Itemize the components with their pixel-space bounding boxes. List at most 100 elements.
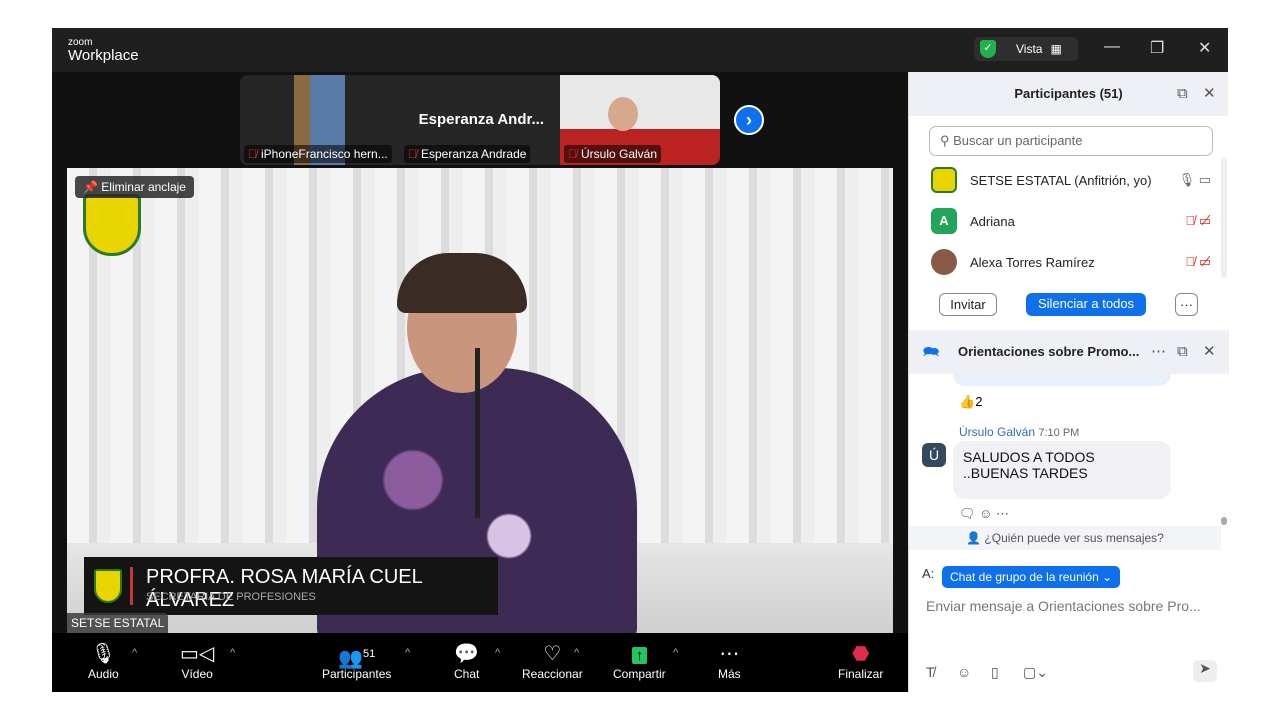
participants-header: Participantes (51)⧉✕	[909, 72, 1228, 116]
more-button[interactable]: ⋯Más	[718, 641, 741, 681]
audio-label: Audio	[88, 667, 119, 681]
file-icon[interactable]: ▯	[991, 664, 999, 681]
video-button[interactable]: ▭◁Vídeo	[180, 641, 214, 681]
participant-row[interactable]: SETSE ESTATAL (Anfitrión, yo)🎙 ▭	[931, 166, 1211, 194]
reaction-thumbs-up[interactable]: 👍2	[959, 394, 982, 410]
speaker-hair	[397, 253, 527, 313]
share-options-caret[interactable]: ^	[673, 647, 678, 659]
react-label: Reaccionar	[522, 667, 583, 681]
camera-icon: ▭◁	[180, 641, 214, 667]
participant-tile[interactable]: 🎙̸Úrsulo Galván	[560, 75, 720, 165]
participants-icon: 👥51	[322, 641, 391, 667]
recipient-label: A:	[922, 566, 934, 581]
participants-options-caret[interactable]: ^	[405, 647, 410, 659]
share-label: Compartir	[613, 667, 666, 681]
end-label: Finalizar	[838, 667, 883, 681]
view-label: Vista	[1016, 42, 1042, 56]
mic-muted-icon: 🎙̸	[248, 147, 257, 161]
chat-options-caret[interactable]: ^	[495, 647, 500, 659]
participant-tile[interactable]: 🎙̸ iPhoneFrancisco hern...	[240, 75, 400, 165]
share-icon: ↑	[613, 641, 666, 667]
mic-muted-icon: 🎙̸	[568, 147, 577, 161]
pin-icon: 📌	[83, 180, 101, 194]
invite-button[interactable]: Invitar	[939, 293, 997, 316]
more-icon: ⋯	[718, 641, 741, 667]
view-button[interactable]: ✓Vista▦	[974, 37, 1078, 61]
message-more-icon[interactable]: ⋯	[996, 506, 1009, 521]
message-sender[interactable]: Úrsulo Galván	[959, 425, 1035, 439]
avatar: A	[931, 208, 957, 234]
audio-button[interactable]: 🎙Audio	[88, 641, 119, 681]
video-label: Vídeo	[180, 667, 214, 681]
share-button[interactable]: ↑Compartir	[613, 641, 666, 681]
workplace-logo: Workplace	[68, 47, 139, 64]
chat-more-icon[interactable]: ⋯	[1151, 330, 1166, 374]
restore-button[interactable]: ❐	[1150, 38, 1164, 58]
thumbnail-strip: 🎙̸ iPhoneFrancisco hern... Esperanza Andr…	[240, 75, 720, 165]
participants-label: Participantes	[322, 667, 391, 681]
reply-icon[interactable]: 🗨	[959, 506, 979, 521]
send-icon[interactable]: ➤	[1193, 660, 1217, 682]
close-chat-icon[interactable]: ✕	[1203, 330, 1216, 374]
format-text-icon[interactable]: T̸	[926, 664, 935, 680]
grid-icon: ▦	[1050, 42, 1061, 56]
popout-icon[interactable]: ⧉	[1177, 72, 1188, 116]
react-options-caret[interactable]: ^	[574, 647, 579, 659]
desk-microphone	[475, 348, 480, 518]
divider	[130, 567, 133, 605]
minimize-button[interactable]: —	[1104, 38, 1120, 56]
side-panel: Participantes (51)⧉✕ ⚲ Buscar un partici…	[908, 72, 1228, 692]
end-icon: ⬣	[838, 641, 883, 667]
lower-third: PROFRA. ROSA MARÍA CUEL ÁLVAREZSECRETARI…	[84, 557, 498, 615]
participant-row[interactable]: Alexa Torres Ramírez 🎙̸ ▭̸	[931, 248, 1211, 276]
mic-muted-icon: 🎙̸	[408, 147, 417, 161]
speaker-title: SECRETARIA DE PROFESIONES	[146, 591, 316, 603]
close-window-button[interactable]: ✕	[1198, 38, 1211, 58]
mic-camera-muted-icon[interactable]: 🎙̸ ▭̸	[1185, 213, 1211, 229]
unpin-button[interactable]: 📌 Eliminar anclaje	[75, 176, 194, 198]
screenshot-icon[interactable]: ▢⌄	[1023, 664, 1048, 681]
audio-options-caret[interactable]: ^	[132, 647, 137, 659]
participants-button[interactable]: 👥51Participantes	[322, 641, 391, 681]
tile-overlay-name: Esperanza Andr...	[419, 111, 544, 128]
who-can-see-link[interactable]: 👤 ¿Quién puede ver sus mensajes?	[909, 526, 1221, 550]
chat-icon: 💬	[454, 641, 479, 667]
unpin-label: Eliminar anclaje	[101, 180, 186, 194]
chat-button[interactable]: 💬Chat	[454, 641, 479, 681]
people-icon: 👤	[966, 531, 984, 545]
participant-name: Adriana	[970, 214, 1015, 229]
participants-more-button[interactable]: ···	[1175, 293, 1198, 316]
participant-tile[interactable]: Esperanza Andr...🎙̸Esperanza Andrade	[400, 75, 560, 165]
video-owner-label: SETSE ESTATAL	[67, 613, 168, 633]
participant-row[interactable]: A Adriana 🎙̸ ▭̸	[931, 207, 1211, 235]
title-bar: zoom Workplace ✓Vista▦ — ❐ ✕	[52, 28, 1228, 72]
mic-camera-muted-icon[interactable]: 🎙̸ ▭̸	[1185, 254, 1211, 270]
reaction-count: 2	[975, 394, 982, 409]
participants-count: 51	[363, 648, 375, 660]
search-placeholder: Buscar un participante	[953, 133, 1082, 148]
sender-avatar: Ú	[922, 443, 946, 467]
participant-search-input[interactable]: ⚲ Buscar un participante	[929, 126, 1213, 156]
message-meta: Úrsulo Galván 7:10 PM	[959, 425, 1079, 439]
chat-message-input[interactable]: Enviar mensaje a Orientaciones sobre Pro…	[926, 598, 1201, 614]
participants-scrollbar[interactable]	[1221, 158, 1227, 278]
close-participants-icon[interactable]: ✕	[1203, 72, 1216, 116]
participant-name: Alexa Torres Ramírez	[970, 255, 1095, 270]
mic-camera-on-icon[interactable]: 🎙 ▭	[1179, 172, 1211, 188]
mute-all-button[interactable]: Silenciar a todos	[1026, 293, 1146, 316]
end-meeting-button[interactable]: ⬣Finalizar	[838, 641, 883, 681]
chat-label: Chat	[454, 667, 479, 681]
emoji-icon[interactable]: ☺	[957, 664, 971, 680]
recipient-dropdown[interactable]: Chat de grupo de la reunión ⌄	[942, 566, 1120, 588]
popout-icon[interactable]: ⧉	[1177, 330, 1188, 374]
video-options-caret[interactable]: ^	[230, 647, 235, 659]
next-page-button[interactable]: ›	[734, 105, 764, 135]
avatar	[931, 249, 957, 275]
message-time: 7:10 PM	[1038, 427, 1079, 439]
add-reaction-icon[interactable]: ☺	[979, 506, 996, 521]
message-actions: 🗨 ☺ ⋯	[959, 506, 1009, 522]
meeting-stage: 🎙̸ iPhoneFrancisco hern... Esperanza Andr…	[52, 72, 908, 692]
chat-scrollbar[interactable]	[1221, 517, 1227, 525]
tile-name: iPhoneFrancisco hern...	[261, 147, 388, 161]
chat-title: Orientaciones sobre Promo...	[958, 330, 1139, 374]
